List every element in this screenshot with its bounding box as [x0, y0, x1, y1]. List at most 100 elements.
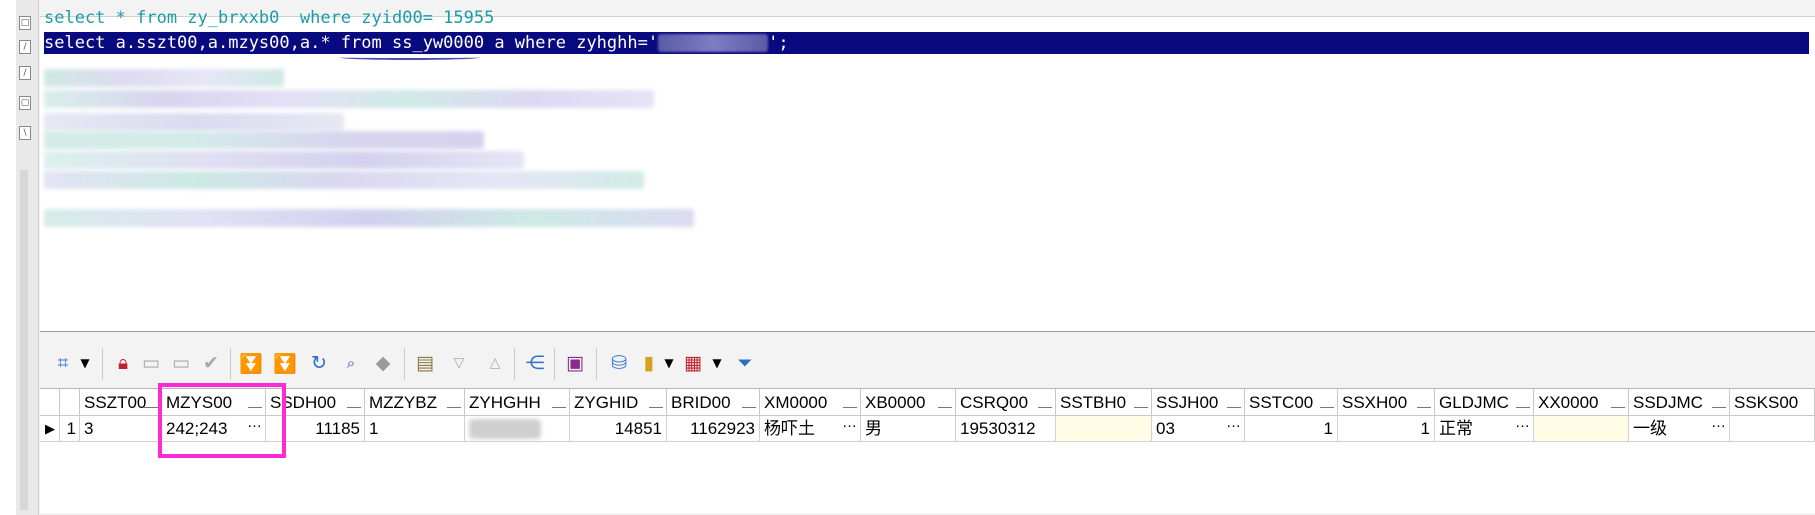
- gutter-scrollbar[interactable]: [20, 170, 28, 510]
- cell-zyghid[interactable]: 14851: [570, 416, 667, 442]
- column-header-gldjmc[interactable]: GLDJMC: [1435, 389, 1534, 416]
- cell-ssjh00[interactable]: 03…: [1152, 416, 1245, 442]
- column-header-ssjh00[interactable]: SSJH00: [1152, 389, 1245, 416]
- first-icon[interactable]: ⏬: [238, 350, 264, 376]
- cell-xx0000[interactable]: [1534, 416, 1629, 442]
- sort-handle[interactable]: [1038, 397, 1052, 408]
- redacted-line: [44, 69, 284, 87]
- cell-ssdjmc[interactable]: 一级…: [1629, 416, 1730, 442]
- toolbar-separator: [404, 348, 405, 380]
- db-icon[interactable]: ⛁: [606, 350, 632, 376]
- cell-xm0000[interactable]: 杨吓土…: [760, 416, 861, 442]
- gutter-file-icon[interactable]: ▢: [19, 96, 31, 110]
- column-header-xx0000[interactable]: XX0000: [1534, 389, 1629, 416]
- sort-handle[interactable]: [1134, 397, 1148, 408]
- last-icon[interactable]: ⏬: [272, 350, 298, 376]
- new-record-icon[interactable]: ▭: [138, 350, 164, 376]
- column-header-sszt00[interactable]: SSZT00: [80, 389, 162, 416]
- cell-ssks00[interactable]: [1730, 416, 1815, 442]
- highlight-annotation-box: [158, 383, 286, 458]
- cell-sstc00[interactable]: 1: [1245, 416, 1338, 442]
- column-header-xb0000[interactable]: XB0000: [861, 389, 956, 416]
- sql-editor[interactable]: select * from zy_brxxb0 where zyid00= 15…: [40, 8, 1815, 332]
- dropdown-arrow-icon[interactable]: ▼: [72, 350, 98, 376]
- cell-sstbh0[interactable]: [1056, 416, 1152, 442]
- sort-handle[interactable]: [1227, 397, 1241, 408]
- sql-line-selected: select a.sszt00,a.mzys00,a.* from ss_yw0…: [44, 32, 1809, 54]
- toolbar-separator: [596, 348, 597, 380]
- gutter-edit-icon-2[interactable]: /: [19, 66, 31, 80]
- column-header-zyhghh[interactable]: ZYHGHH: [465, 389, 570, 416]
- grid-dropdown-icon[interactable]: ▼: [704, 350, 730, 376]
- next-icon[interactable]: △: [482, 350, 508, 376]
- column-header-csrq00[interactable]: CSRQ00: [956, 389, 1056, 416]
- sort-handle[interactable]: [742, 397, 756, 408]
- hand-underline-mark: [340, 55, 480, 60]
- gutter-edit-icon[interactable]: /: [19, 40, 31, 54]
- redacted-line: [44, 90, 654, 108]
- redacted-line: [44, 151, 524, 169]
- gutter-pen-icon[interactable]: \: [19, 126, 31, 140]
- delete-record-icon[interactable]: ▭: [168, 350, 194, 376]
- cell-brid00[interactable]: 1162923: [667, 416, 760, 442]
- sql-selected-prefix: select a.sszt00,a.mzys00,a.* from ss_yw0…: [44, 33, 659, 53]
- sort-handle[interactable]: [347, 397, 361, 408]
- cell-gldjmc[interactable]: 正常…: [1435, 416, 1534, 442]
- column-header-sstc00[interactable]: SSTC00: [1245, 389, 1338, 416]
- cell-mzzybz[interactable]: 1: [365, 416, 465, 442]
- column-header-brid00[interactable]: BRID00: [667, 389, 760, 416]
- prev-icon[interactable]: ▽: [446, 350, 472, 376]
- redacted-value: [658, 34, 769, 52]
- post-icon[interactable]: ✔: [198, 350, 224, 376]
- sort-handle[interactable]: [144, 397, 158, 408]
- toolbar-separator: [230, 348, 231, 380]
- sort-handle[interactable]: [938, 397, 952, 408]
- sort-handle[interactable]: [1611, 397, 1625, 408]
- column-header-mzzybz[interactable]: MZZYBZ: [365, 389, 465, 416]
- column-header-zyghid[interactable]: ZYGHID: [570, 389, 667, 416]
- sort-handle[interactable]: [1417, 397, 1431, 408]
- grid-icon[interactable]: ▦: [680, 350, 706, 376]
- chart-dropdown-icon[interactable]: ▼: [656, 350, 682, 376]
- grid-corner: [40, 389, 60, 416]
- column-header-ssks00[interactable]: SSKS00: [1730, 389, 1815, 416]
- gutter-page-icon[interactable]: □: [19, 16, 31, 30]
- sort-handle[interactable]: [649, 397, 663, 408]
- grid-rownum-header: [60, 389, 80, 416]
- filter-icon[interactable]: ⏷: [732, 350, 758, 376]
- ellipsis-button[interactable]: …: [842, 416, 857, 436]
- sort-handle[interactable]: [1516, 397, 1530, 408]
- column-header-xm0000[interactable]: XM0000: [760, 389, 861, 416]
- refresh-icon[interactable]: ↻: [306, 350, 332, 376]
- clear-icon[interactable]: ◆: [370, 350, 396, 376]
- column-header-ssxh00[interactable]: SSXH00: [1338, 389, 1435, 416]
- sort-handle[interactable]: [1712, 397, 1726, 408]
- cell-csrq00[interactable]: 19530312: [956, 416, 1056, 442]
- sort-handle[interactable]: [1320, 397, 1334, 408]
- sort-handle[interactable]: [447, 397, 461, 408]
- row-indicator-icon[interactable]: ▶: [40, 416, 60, 442]
- sort-handle[interactable]: [552, 397, 566, 408]
- sort-handle[interactable]: [843, 397, 857, 408]
- result-grid[interactable]: SSZT00 MZYS00 SSDH00 MZZYBZ ZYHGHH ZYGHI…: [40, 388, 1815, 513]
- ellipsis-button[interactable]: …: [1226, 416, 1241, 436]
- toolbar-separator: [554, 348, 555, 380]
- toolbar-separator: [514, 348, 515, 380]
- toolbar-separator: [102, 348, 103, 380]
- column-header-sstbh0[interactable]: SSTBH0: [1056, 389, 1152, 416]
- cell-zyhghh[interactable]: [465, 416, 570, 442]
- lock-icon[interactable]: 🔒︎: [110, 350, 136, 376]
- column-header-ssdjmc[interactable]: SSDJMC: [1629, 389, 1730, 416]
- sql-line-previous: select * from zy_brxxb0 where zyid00= 15…: [44, 8, 495, 28]
- redacted-line: [44, 131, 484, 149]
- cell-ssxh00[interactable]: 1: [1338, 416, 1435, 442]
- form-view-icon[interactable]: ▤: [412, 350, 438, 376]
- redacted-value: [469, 419, 541, 439]
- save-icon[interactable]: ▣: [562, 350, 588, 376]
- find-icon[interactable]: ⌕: [338, 350, 364, 376]
- ellipsis-button[interactable]: …: [1711, 416, 1726, 436]
- cell-sszt00[interactable]: 3: [80, 416, 162, 442]
- cell-xb0000[interactable]: 男: [861, 416, 956, 442]
- tree-icon[interactable]: ⋲: [522, 350, 548, 376]
- ellipsis-button[interactable]: …: [1515, 416, 1530, 436]
